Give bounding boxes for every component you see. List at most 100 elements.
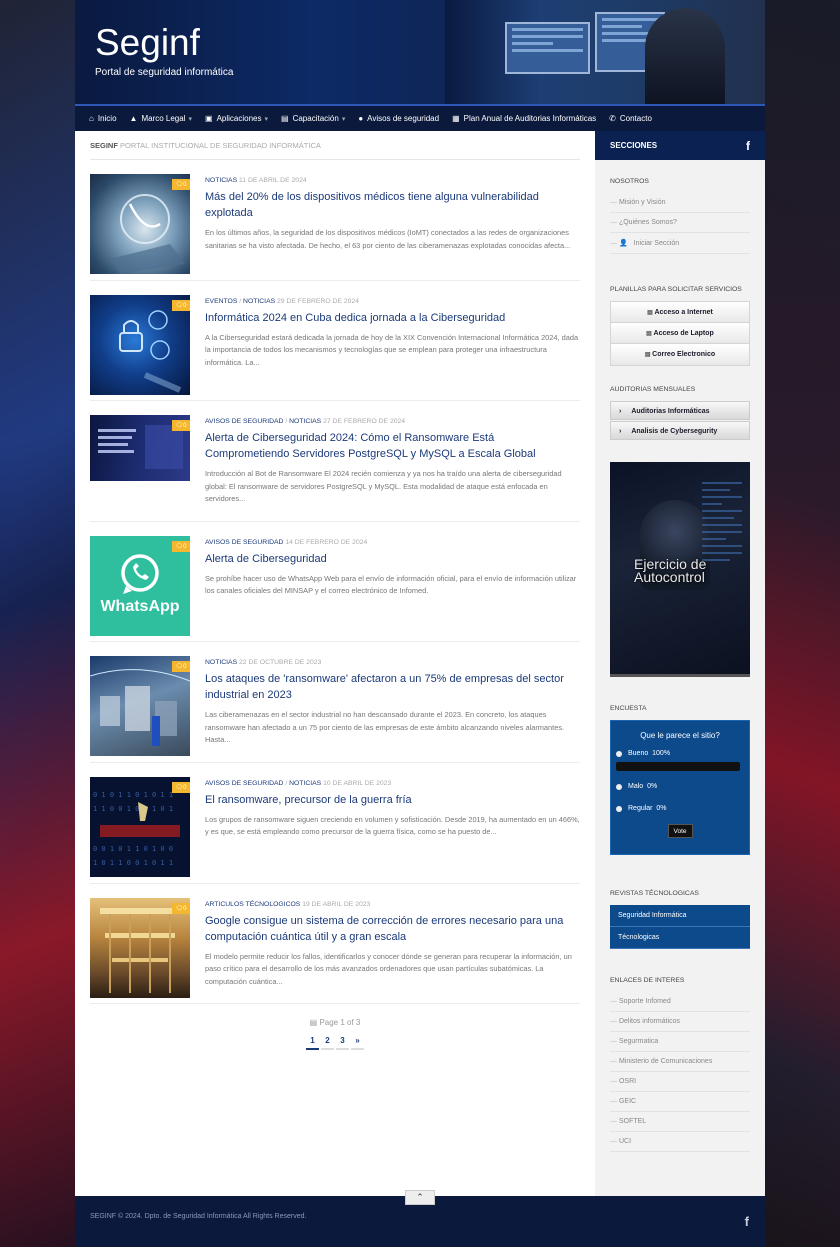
post-category[interactable]: NOTICIAS bbox=[205, 177, 237, 184]
comment-count-badge[interactable]: 🗨0 bbox=[172, 179, 190, 190]
post-title[interactable]: Alerta de Ciberseguridad 2024: Cómo el R… bbox=[205, 430, 580, 462]
post-thumbnail[interactable]: 0 1 0 1 1 0 1 0 1 1 1 1 0 0 1 0 1 1 0 1 … bbox=[90, 776, 190, 877]
site-header: Seginf Portal de seguridad informática bbox=[75, 0, 765, 104]
copyright-text: SEGINF © 2024. Dpto. de Seguridad Inform… bbox=[90, 1213, 307, 1220]
link-correo-electronico[interactable]: Correo Electronico bbox=[611, 344, 749, 365]
post-title[interactable]: Informática 2024 en Cuba dedica jornada … bbox=[205, 310, 580, 326]
link-iniciar-seccion[interactable]: 👤Iniciar Sección bbox=[610, 233, 750, 254]
link-quienes-somos[interactable]: ¿Quiénes Somos? bbox=[610, 213, 750, 233]
site-title[interactable]: Seginf bbox=[95, 22, 200, 64]
nav-item-avisos[interactable]: ● Avisos de seguridad bbox=[358, 114, 439, 123]
breadcrumb-site[interactable]: SEGINF bbox=[90, 141, 118, 150]
post-category[interactable]: NOTICIAS bbox=[243, 298, 275, 305]
svg-text:1 0 1 1 0 0 1 0 1 1: 1 0 1 1 0 0 1 0 1 1 bbox=[93, 859, 173, 867]
link-acceso-laptop[interactable]: Acceso de Laptop bbox=[611, 323, 749, 344]
post-thumbnail[interactable]: 🗨0 bbox=[90, 897, 190, 998]
comment-count-badge[interactable]: 🗨0 bbox=[172, 540, 190, 552]
link-tecnologicas[interactable]: Técnologicas bbox=[610, 927, 750, 949]
post-category[interactable]: EVENTOS bbox=[205, 298, 237, 305]
post-item: 🗨0 ARTICULOS TÉCNOLOGICOS 19 DE ABRIL DE… bbox=[90, 884, 580, 1005]
link-analisis-cybersegurity[interactable]: › Analisis de Cybersegurity bbox=[610, 421, 750, 440]
comment-count-badge[interactable]: 🗨0 bbox=[172, 781, 190, 793]
chevron-right-icon: › bbox=[619, 428, 622, 435]
back-to-top-button[interactable]: ⌃ bbox=[405, 1190, 435, 1205]
post-category[interactable]: NOTICIAS bbox=[289, 780, 321, 787]
post-item: 🗨0 NOTICIAS 11 DE ABRIL DE 2024 Más del … bbox=[90, 160, 580, 281]
widget-title-encuesta: ENCUESTA bbox=[610, 705, 647, 712]
page-link-1[interactable]: 1 bbox=[306, 1036, 319, 1051]
post-thumbnail[interactable]: 🗨0 bbox=[90, 174, 190, 274]
header-image bbox=[445, 0, 765, 104]
facebook-icon[interactable]: f bbox=[746, 139, 750, 153]
page-link-3[interactable]: 3 bbox=[336, 1036, 349, 1051]
post-category[interactable]: NOTICIAS bbox=[289, 418, 321, 425]
poll-option-regular[interactable]: Regular 0% bbox=[611, 805, 749, 812]
post-excerpt: El modelo permite reducir los fallos, id… bbox=[205, 951, 572, 986]
pagination-info: ▤ Page 1 of 3 bbox=[309, 1018, 361, 1028]
post-title[interactable]: Los ataques de 'ransomware' afectaron a … bbox=[205, 671, 580, 703]
svg-text:0 0 1 0 1 1 0 1 0 0: 0 0 1 0 1 1 0 1 0 0 bbox=[93, 845, 173, 853]
post-thumbnail[interactable]: 🗨0 bbox=[90, 656, 190, 757]
phone-icon: ✆ bbox=[609, 114, 616, 123]
nav-item-capacitacion[interactable]: ▤ Capacitación ▾ bbox=[281, 114, 345, 123]
enlaces-list: Soporte Infomed Delitos informáticos Seg… bbox=[610, 992, 750, 1152]
post-title[interactable]: Alerta de Ciberseguridad bbox=[205, 551, 580, 567]
page-link-next[interactable]: » bbox=[351, 1036, 364, 1051]
link-segurmatica[interactable]: Segurmatica bbox=[610, 1032, 750, 1052]
post-category[interactable]: AVISOS DE SEGURIDAD bbox=[205, 780, 283, 787]
link-delitos-informaticos[interactable]: Delitos informáticos bbox=[610, 1012, 750, 1032]
nav-item-marco-legal[interactable]: ▲ Marco Legal ▾ bbox=[130, 114, 192, 123]
poll-result-bar bbox=[616, 762, 740, 771]
post-thumbnail[interactable]: 🗨0 bbox=[90, 294, 190, 395]
post-category[interactable]: NOTICIAS bbox=[205, 659, 237, 666]
revistas-list: Seguridad Informática Técnologicas bbox=[610, 905, 750, 949]
svg-text:1 1 0 0 1 0 1 1 0 1: 1 1 0 0 1 0 1 1 0 1 bbox=[93, 805, 173, 813]
post-category[interactable]: ARTICULOS TÉCNOLOGICOS bbox=[205, 901, 300, 908]
link-softel[interactable]: SOFTEL bbox=[610, 1112, 750, 1132]
post-excerpt: Las ciberamenazas en el sector industria… bbox=[205, 710, 565, 745]
nosotros-list: Misión y Visión ¿Quiénes Somos? 👤Iniciar… bbox=[610, 193, 750, 254]
link-osri[interactable]: OSRI bbox=[610, 1072, 750, 1092]
nav-item-inicio[interactable]: ⌂ Inicio bbox=[89, 114, 117, 123]
main-nav: ⌂ Inicio ▲ Marco Legal ▾ ▣ Aplicaciones ▾ ▤ Ca… bbox=[75, 104, 765, 131]
post-title[interactable]: El ransomware, precursor de la guerra fr… bbox=[205, 792, 580, 808]
post-title[interactable]: Google consigue un sistema de corrección… bbox=[205, 913, 580, 945]
radio-button[interactable] bbox=[616, 750, 622, 757]
post-category[interactable]: AVISOS DE SEGURIDAD bbox=[205, 418, 283, 425]
post-thumbnail[interactable]: WhatsApp 🗨0 bbox=[90, 535, 190, 636]
comment-count-badge[interactable]: 🗨0 bbox=[172, 902, 190, 914]
radio-button[interactable] bbox=[616, 783, 622, 790]
post-title[interactable]: Más del 20% de los dispositivos médicos … bbox=[205, 189, 580, 221]
radio-button[interactable] bbox=[616, 805, 622, 812]
link-geic[interactable]: GEIC bbox=[610, 1092, 750, 1112]
post-excerpt: Los grupos de ransomware siguen creciend… bbox=[205, 814, 580, 837]
nav-item-contacto[interactable]: ✆ Contacto bbox=[609, 114, 652, 123]
post-category[interactable]: AVISOS DE SEGURIDAD bbox=[205, 539, 283, 546]
link-acceso-internet[interactable]: Acceso a Internet bbox=[611, 302, 749, 323]
calendar-icon: ▦ bbox=[452, 114, 460, 123]
link-seguridad-informatica[interactable]: Seguridad Informática bbox=[610, 905, 750, 927]
link-auditorias-informaticas[interactable]: › Auditorias Informáticas bbox=[610, 401, 750, 420]
facebook-icon[interactable]: f bbox=[745, 1214, 749, 1229]
sidebar-header: SECCIONES f bbox=[595, 131, 765, 160]
vote-button[interactable]: Vote bbox=[667, 824, 693, 838]
page-link-2[interactable]: 2 bbox=[321, 1036, 334, 1051]
nav-item-plan-anual[interactable]: ▦ Plan Anual de Auditorias Informáticas bbox=[452, 114, 596, 123]
poll-option-malo[interactable]: Malo 0% bbox=[611, 783, 749, 790]
comment-count-badge[interactable]: 🗨0 bbox=[172, 661, 190, 673]
link-ministerio-comunicaciones[interactable]: Ministerio de Comunicaciones bbox=[610, 1052, 750, 1072]
comment-count-badge[interactable]: 🗨0 bbox=[172, 299, 190, 311]
link-mision-vision[interactable]: Misión y Visión bbox=[610, 193, 750, 213]
link-soporte-infomed[interactable]: Soporte Infomed bbox=[610, 992, 750, 1012]
promo-banner-autocontrol[interactable]: Ejercicio de Autocontrol bbox=[610, 462, 750, 677]
post-date: 11 DE ABRIL DE 2024 bbox=[239, 177, 307, 184]
link-uci[interactable]: UCI bbox=[610, 1132, 750, 1152]
breadcrumb-page: PORTAL INSTITUCIONAL DE SEGURIDAD INFORM… bbox=[120, 141, 321, 150]
post-thumbnail[interactable]: 🗨0 bbox=[90, 415, 190, 482]
widget-title-planillas: PLANILLAS PARA SOLICITAR SERVICIOS bbox=[610, 286, 742, 293]
comment-count-badge[interactable]: 🗨0 bbox=[172, 420, 190, 432]
nav-item-aplicaciones[interactable]: ▣ Aplicaciones ▾ bbox=[205, 114, 268, 123]
post-date: 22 DE OCTUBRE DE 2023 bbox=[239, 659, 322, 667]
poll-option-bueno[interactable]: Bueno 100% bbox=[611, 750, 749, 757]
post-item: WhatsApp 🗨0 AVISOS DE SEGURIDAD 14 DE FE… bbox=[90, 522, 580, 643]
